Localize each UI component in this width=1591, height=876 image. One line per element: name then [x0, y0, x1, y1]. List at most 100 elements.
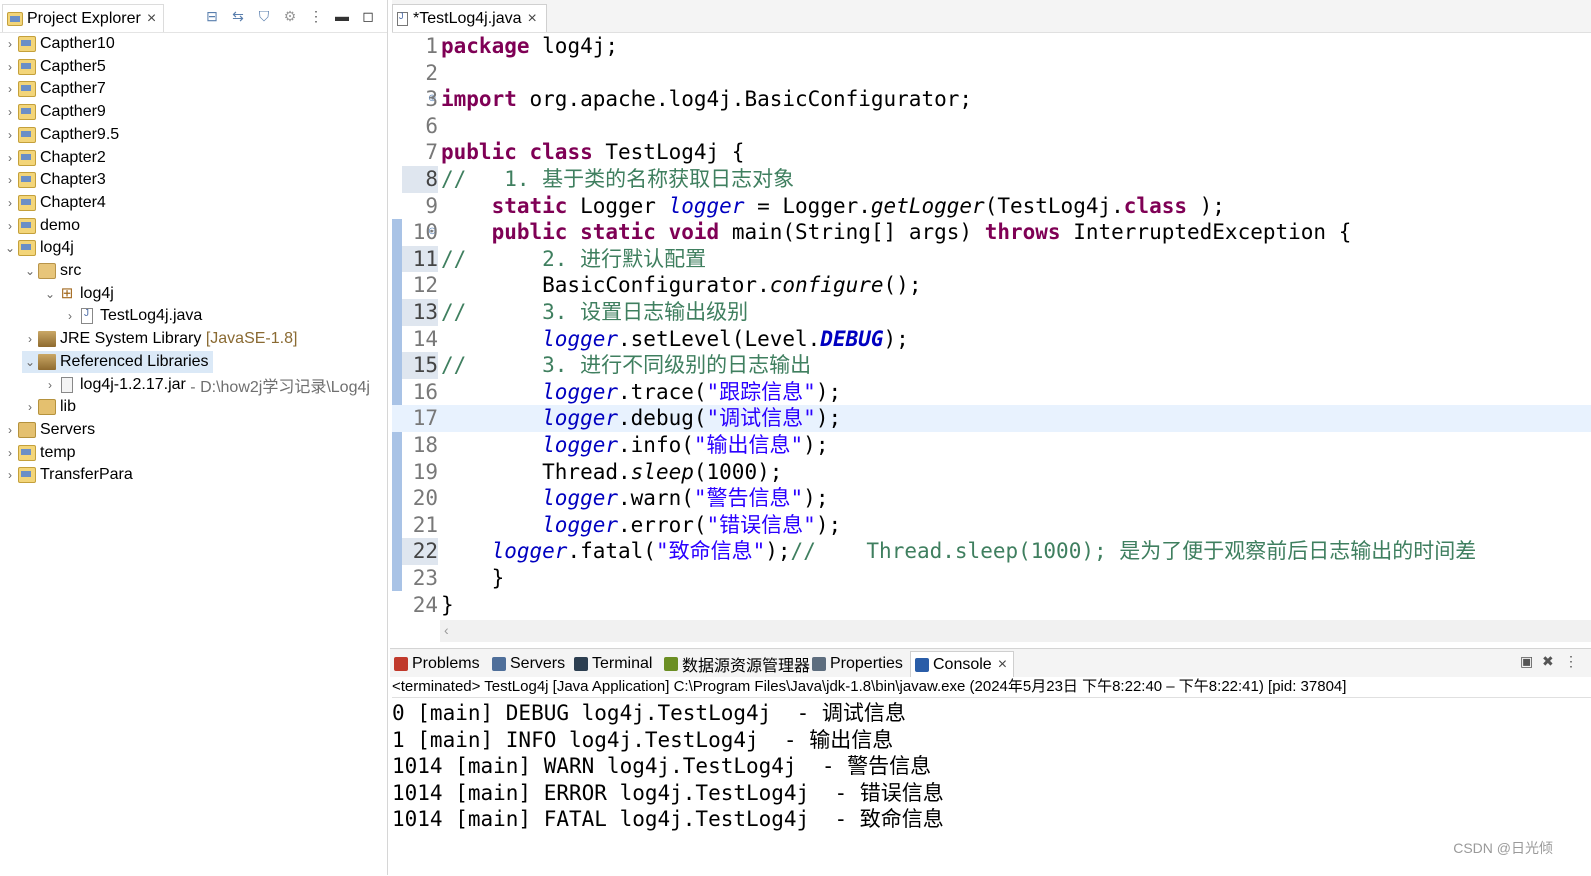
tab-datasource-explorer[interactable]: 数据源资源管理器 — [664, 651, 810, 677]
view-menu-icon[interactable]: ⋮ — [305, 6, 327, 26]
properties-icon — [812, 657, 826, 671]
chevron-right-icon[interactable]: › — [2, 151, 18, 165]
code-line[interactable]: 24} — [392, 592, 1591, 619]
remove-launch-icon[interactable]: ✖ — [1542, 653, 1554, 670]
chevron-right-icon[interactable]: › — [2, 446, 18, 460]
tree-item-lib[interactable]: › lib — [22, 396, 76, 418]
line-number: 17 — [412, 406, 438, 431]
tree-item-demo[interactable]: › demo — [2, 215, 80, 237]
code-line[interactable]: 10 public static void main(String[] args… — [392, 219, 1591, 246]
tab-terminal[interactable]: Terminal — [574, 651, 652, 677]
view-menu-icon[interactable]: ⋮ — [1564, 653, 1578, 670]
chevron-right-icon[interactable]: › — [2, 105, 18, 119]
code-line[interactable]: 6 — [392, 113, 1591, 140]
filter-icon[interactable]: ⛉ — [253, 6, 275, 26]
tab-label: Terminal — [592, 655, 653, 672]
close-icon[interactable]: × — [147, 10, 156, 28]
project-icon — [18, 240, 36, 257]
focus-icon[interactable]: ⚙ — [279, 6, 301, 26]
code-line[interactable]: 13// 3. 设置日志输出级别 — [392, 299, 1591, 326]
code-text: logger.error("错误信息"); — [542, 512, 842, 537]
code-line[interactable]: 15// 3. 进行不同级别的日志输出 — [392, 352, 1591, 379]
tab-label: Servers — [510, 655, 566, 672]
code-line[interactable]: 3 import org.apache.log4j.BasicConfigurat… — [392, 86, 1591, 113]
code-line[interactable]: 11// 2. 进行默认配置 — [392, 245, 1591, 273]
chevron-right-icon[interactable]: › — [2, 60, 18, 74]
tab-console[interactable]: Console × — [910, 651, 1015, 677]
chevron-right-icon[interactable]: › — [22, 332, 38, 346]
tab-problems[interactable]: Problems — [394, 651, 480, 677]
tree-item-capther9-5[interactable]: › Capther9.5 — [2, 124, 119, 146]
tree-item-log4j-jar[interactable]: › log4j-1.2.17.jar - D:\how2j学习记录\Log4j — [42, 374, 370, 396]
scroll-left-icon[interactable]: ‹ — [444, 622, 449, 638]
code-line[interactable]: 17 logger.debug("调试信息"); — [392, 405, 1591, 432]
close-icon[interactable]: × — [528, 10, 537, 28]
chevron-right-icon[interactable]: › — [22, 400, 38, 414]
chevron-right-icon[interactable]: › — [2, 219, 18, 233]
tree-item-chapter2[interactable]: › Chapter2 — [2, 147, 106, 169]
code-line[interactable]: 8// 1. 基于类的名称获取日志对象 — [392, 166, 1591, 193]
chevron-right-icon[interactable]: › — [42, 378, 58, 392]
chevron-right-icon[interactable]: › — [2, 82, 18, 96]
code-line[interactable]: 22 logger.fatal("致命信息");// Thread.sleep(… — [392, 538, 1591, 565]
line-number: 12 — [412, 273, 438, 298]
tree-item-jre-library[interactable]: › JRE System Library [JavaSE-1.8] — [22, 328, 297, 350]
chevron-down-icon[interactable]: ⌄ — [22, 264, 38, 278]
code-line[interactable]: 23 } — [392, 565, 1591, 592]
tree-item-label: Capther9 — [40, 103, 106, 121]
code-line[interactable]: 20 logger.warn("警告信息"); — [392, 485, 1591, 512]
code-line[interactable]: 14 logger.setLevel(Level.DEBUG); — [392, 326, 1591, 353]
tree-item-testlog4j-java[interactable]: › TestLog4j.java — [62, 305, 202, 327]
chevron-right-icon[interactable]: › — [2, 468, 18, 482]
tree-item-chapter4[interactable]: › Chapter4 — [2, 192, 106, 214]
horizontal-scrollbar[interactable]: ‹ — [440, 620, 1591, 642]
tree-item-src[interactable]: ⌄ src — [22, 260, 81, 282]
code-line[interactable]: 16 logger.trace("跟踪信息"); — [392, 379, 1591, 406]
close-icon[interactable]: × — [998, 656, 1007, 674]
code-line[interactable]: 18 logger.info("输出信息"); — [392, 432, 1591, 459]
link-editor-icon[interactable]: ⇆ — [227, 6, 249, 26]
code-line[interactable]: 2 — [392, 60, 1591, 87]
chevron-down-icon[interactable]: ⌄ — [42, 287, 58, 301]
maximize-icon[interactable]: ◻ — [357, 6, 379, 26]
code-line[interactable]: 9 static Logger logger = Logger.getLogge… — [392, 193, 1591, 220]
chevron-right-icon[interactable]: › — [62, 309, 78, 323]
chevron-right-icon[interactable]: › — [2, 37, 18, 51]
minimize-icon[interactable]: ▣ — [1520, 653, 1533, 670]
code-text: // 1. 基于类的名称获取日志对象 — [441, 167, 795, 191]
console-tabbar: Problems Servers Terminal 数据源资源管理器 Prope… — [390, 649, 1591, 677]
code-line[interactable]: 12 BasicConfigurator.configure(); — [392, 272, 1591, 299]
collapse-all-icon[interactable]: ⊟ — [201, 6, 223, 26]
code-line[interactable]: 19 Thread.sleep(1000); — [392, 459, 1591, 486]
line-number: 14 — [412, 326, 438, 351]
tab-servers[interactable]: Servers — [492, 651, 565, 677]
tree-item-temp[interactable]: › temp — [2, 442, 76, 464]
chevron-right-icon[interactable]: › — [2, 423, 18, 437]
code-line[interactable]: 7 public class TestLog4j { — [392, 139, 1591, 166]
tab-project-explorer[interactable]: Project Explorer × — [2, 4, 164, 32]
minimize-icon[interactable]: ▬ — [331, 6, 353, 26]
code-text: logger.setLevel(Level.DEBUG); — [542, 326, 909, 351]
tree-item-referenced-libraries[interactable]: ⌄ Referenced Libraries — [22, 350, 213, 373]
tab-properties[interactable]: Properties — [812, 651, 903, 677]
chevron-down-icon[interactable]: ⌄ — [22, 355, 38, 369]
code-line[interactable]: 21 logger.error("错误信息"); — [392, 512, 1591, 539]
console-output-line: 1014 [main] FATAL log4j.TestLog4j - 致命信息 — [392, 807, 944, 832]
tree-item-capther7[interactable]: › Capther7 — [2, 78, 106, 100]
chevron-right-icon[interactable]: › — [2, 173, 18, 187]
tree-item-chapter3[interactable]: › Chapter3 — [2, 169, 106, 191]
chevron-right-icon[interactable]: › — [2, 128, 18, 142]
chevron-down-icon[interactable]: ⌄ — [2, 241, 18, 255]
code-text: public static void main(String[] args) t… — [491, 220, 1352, 245]
tree-item-capther5[interactable]: › Capther5 — [2, 56, 106, 78]
code-area[interactable]: ⊕ ⊖ 1 package log4j; 2 3 import org.apache.l… — [392, 33, 1591, 628]
chevron-right-icon[interactable]: › — [2, 196, 18, 210]
code-line[interactable]: 1 package log4j; — [392, 33, 1591, 60]
tree-item-log4j-project[interactable]: ⌄ log4j — [2, 237, 74, 259]
tree-item-capther9[interactable]: › Capther9 — [2, 101, 106, 123]
tree-item-transferpara[interactable]: › TransferPara — [2, 464, 133, 486]
tab-testlog4j-java[interactable]: *TestLog4j.java × — [392, 4, 547, 32]
tree-item-capther10[interactable]: › Capther10 — [2, 33, 115, 55]
tree-item-log4j-package[interactable]: ⌄ ⊞ log4j — [42, 283, 114, 305]
tree-item-servers[interactable]: › Servers — [2, 419, 95, 441]
